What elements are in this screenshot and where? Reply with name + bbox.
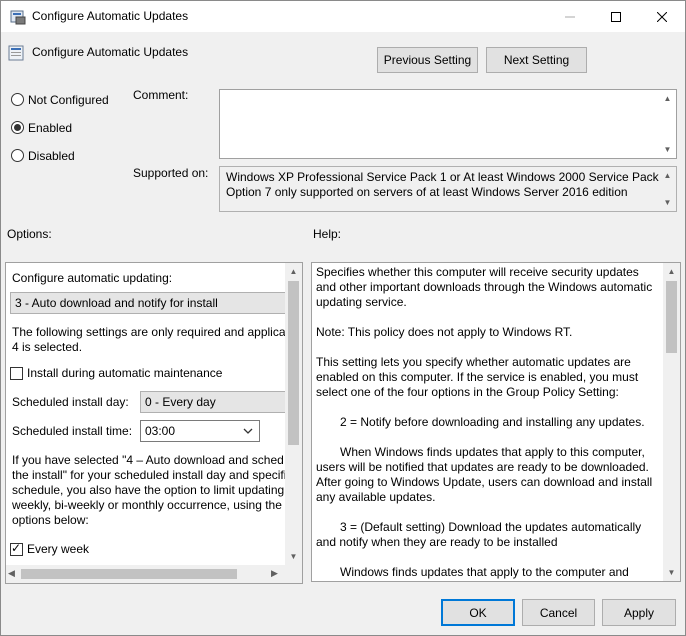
previous-setting-label: Previous Setting xyxy=(383,53,472,67)
schedule-para-line-3: schedule, you also have the option to li… xyxy=(12,483,285,497)
comment-scrollbar[interactable]: ▲ ▼ xyxy=(659,90,676,158)
help-paragraph-3: This setting lets you specify whether au… xyxy=(316,355,639,399)
help-paragraph-2: Note: This policy does not apply to Wind… xyxy=(316,325,573,339)
help-paragraph-1: Specifies whether this computer will rec… xyxy=(316,265,653,309)
disabled-radio[interactable] xyxy=(11,149,24,162)
horizontal-scroll-thumb[interactable] xyxy=(21,569,237,579)
schedule-para-line-2: the install" for your scheduled install … xyxy=(12,468,287,482)
configure-updating-dropdown[interactable]: 3 - Auto download and notify for install xyxy=(10,292,290,314)
install-day-label: Scheduled install day: xyxy=(12,395,129,409)
title-bar: Configure Automatic Updates xyxy=(1,1,685,32)
scroll-down-icon[interactable]: ▼ xyxy=(663,564,680,581)
policy-setting-icon xyxy=(8,45,24,61)
help-paragraph-6: 3 = (Default setting) Download the updat… xyxy=(316,520,642,549)
chevron-down-icon xyxy=(243,428,253,434)
help-paragraph-4: 2 = Notify before downloading and instal… xyxy=(340,415,645,429)
policy-app-icon xyxy=(10,10,26,25)
supported-scrollbar[interactable]: ▲ ▼ xyxy=(659,167,676,211)
enabled-label[interactable]: Enabled xyxy=(28,121,72,135)
comment-textarea[interactable]: ▲ ▼ xyxy=(219,89,677,159)
every-week-label[interactable]: Every week xyxy=(27,542,89,556)
scroll-up-icon[interactable]: ▲ xyxy=(659,167,676,184)
scroll-thumb[interactable] xyxy=(666,281,677,353)
help-vertical-scrollbar[interactable]: ▲ ▼ xyxy=(663,263,680,581)
comment-label: Comment: xyxy=(133,88,189,102)
cancel-label: Cancel xyxy=(539,605,578,620)
options-vertical-scrollbar[interactable]: ▲ ▼ xyxy=(285,263,302,565)
settings-note-line-2: 4 is selected. xyxy=(12,340,83,354)
policy-name: Configure Automatic Updates xyxy=(32,45,189,59)
schedule-para-line-5: options below: xyxy=(12,513,89,527)
scroll-down-icon[interactable]: ▼ xyxy=(659,194,676,211)
options-label: Options: xyxy=(7,227,52,241)
apply-label: Apply xyxy=(623,605,655,620)
dialog-window: Configure Automatic Updates Configure Au… xyxy=(0,0,686,636)
schedule-para-line-4: weekly, bi-weekly or monthly occurrence,… xyxy=(12,498,282,512)
maintenance-checkbox[interactable] xyxy=(10,367,23,380)
close-icon[interactable] xyxy=(639,1,685,32)
schedule-para-line-1: If you have selected "4 – Auto download … xyxy=(12,453,284,467)
configure-updating-label: Configure automatic updating: xyxy=(12,271,173,285)
help-label: Help: xyxy=(313,227,342,241)
cancel-button[interactable]: Cancel xyxy=(522,599,595,626)
options-horizontal-scrollbar[interactable]: ◀ ▶ xyxy=(6,565,302,583)
scroll-up-icon[interactable]: ▲ xyxy=(285,263,302,280)
enabled-radio[interactable] xyxy=(11,121,24,134)
scroll-thumb[interactable] xyxy=(288,281,299,445)
apply-button[interactable]: Apply xyxy=(602,599,676,626)
not-configured-radio[interactable] xyxy=(11,93,24,106)
every-week-checkbox[interactable] xyxy=(10,541,23,556)
not-configured-label[interactable]: Not Configured xyxy=(28,93,109,107)
maintenance-label[interactable]: Install during automatic maintenance xyxy=(27,366,222,380)
ok-label: OK xyxy=(469,605,487,620)
settings-note-line-1: The following settings are only required… xyxy=(12,325,289,339)
help-panel: Specifies whether this computer will rec… xyxy=(311,262,681,582)
ok-button[interactable]: OK xyxy=(441,599,515,626)
install-time-label: Scheduled install time: xyxy=(12,424,133,438)
install-time-dropdown[interactable]: 03:00 xyxy=(140,420,260,442)
scroll-down-icon[interactable]: ▼ xyxy=(285,548,302,565)
scroll-left-icon[interactable]: ◀ xyxy=(8,568,15,579)
next-setting-button[interactable]: Next Setting xyxy=(486,47,587,73)
scroll-right-icon[interactable]: ▶ xyxy=(271,568,278,579)
scroll-up-icon[interactable]: ▲ xyxy=(659,90,676,107)
previous-setting-button[interactable]: Previous Setting xyxy=(377,47,478,73)
next-setting-label: Next Setting xyxy=(503,53,570,67)
install-day-value: 0 - Every day xyxy=(145,395,216,409)
scroll-up-icon[interactable]: ▲ xyxy=(663,263,680,280)
help-text: Specifies whether this computer will rec… xyxy=(316,265,662,581)
install-time-value: 03:00 xyxy=(145,424,176,438)
install-day-dropdown[interactable]: 0 - Every day xyxy=(140,391,290,413)
maximize-icon[interactable] xyxy=(593,1,639,32)
window-title: Configure Automatic Updates xyxy=(32,9,189,23)
configure-updating-value: 3 - Auto download and notify for install xyxy=(15,296,218,310)
help-paragraph-5: When Windows finds updates that apply to… xyxy=(316,445,653,504)
supported-line-2: Option 7 only supported on servers of at… xyxy=(226,185,628,199)
help-paragraph-7: Windows finds updates that apply to the … xyxy=(340,565,629,579)
scroll-down-icon[interactable]: ▼ xyxy=(659,141,676,158)
disabled-label[interactable]: Disabled xyxy=(28,149,75,163)
options-panel: Configure automatic updating: 3 - Auto d… xyxy=(5,262,303,584)
minimize-icon[interactable] xyxy=(547,1,593,32)
supported-on-box: Windows XP Professional Service Pack 1 o… xyxy=(219,166,677,212)
supported-line-1: Windows XP Professional Service Pack 1 o… xyxy=(226,170,669,184)
supported-on-label: Supported on: xyxy=(133,166,209,180)
